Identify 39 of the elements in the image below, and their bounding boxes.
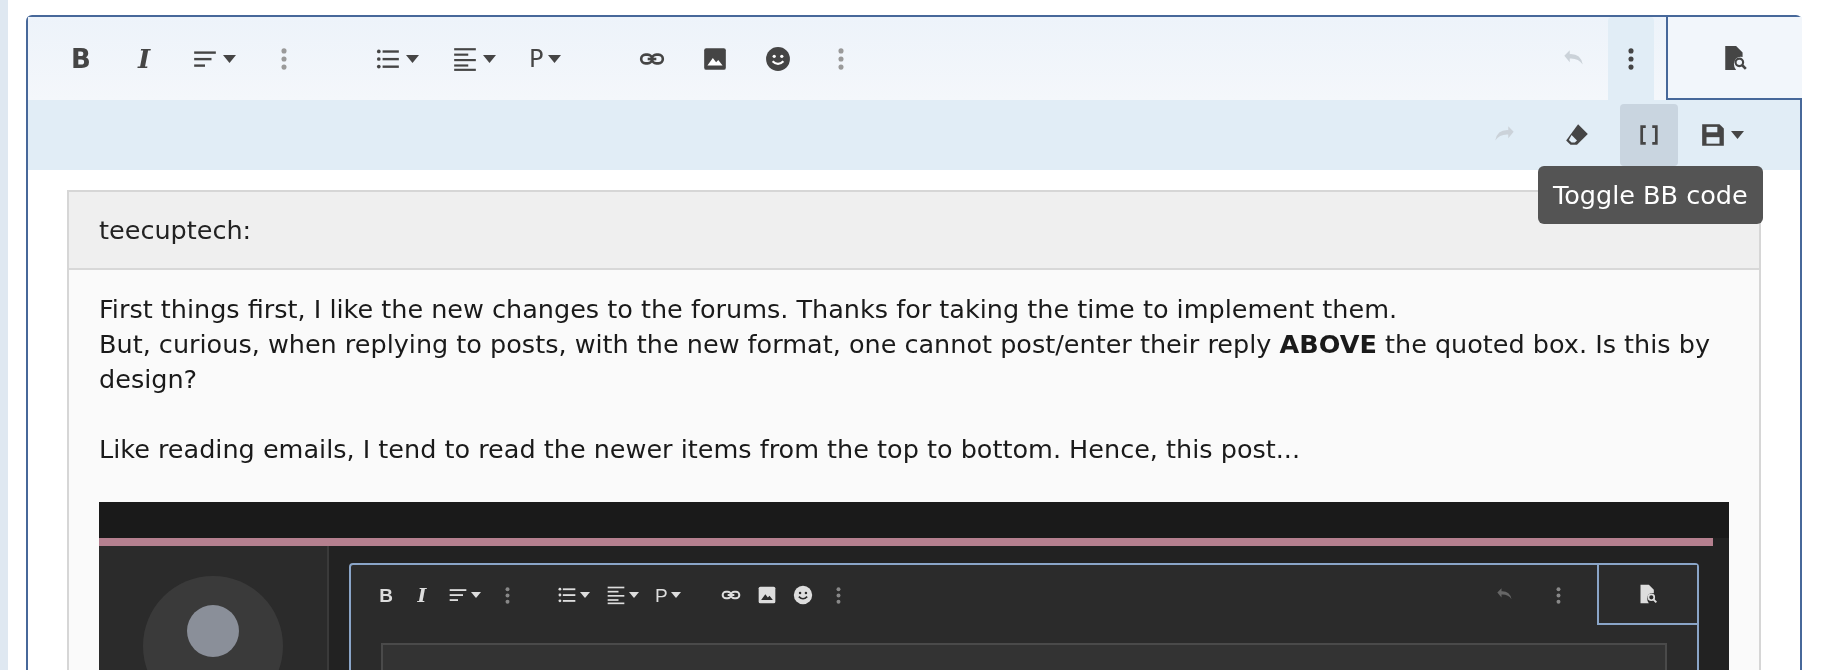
justify-icon [606, 585, 626, 605]
bold-button[interactable]: B [58, 35, 104, 82]
more-icon [1555, 586, 1561, 604]
paragraph-button[interactable]: P [650, 580, 686, 610]
preview-button[interactable] [1666, 17, 1802, 100]
smiley-icon [765, 45, 792, 72]
eraser-icon [1564, 122, 1590, 148]
more-icon [836, 586, 842, 604]
document-search-icon [1638, 584, 1658, 604]
caret-icon [483, 54, 496, 63]
caret-icon [580, 592, 590, 598]
more-icon [838, 47, 845, 70]
preview-button[interactable] [1597, 565, 1697, 625]
caret-icon [471, 592, 481, 598]
more-icon [504, 586, 510, 604]
more-icon [281, 47, 287, 70]
caret-icon [406, 54, 419, 63]
quote-text: First things first, I like the new changes to the forums. Thanks for taking the time to implement them. [99, 293, 1399, 326]
brackets-button[interactable] [1620, 104, 1678, 166]
smiley-icon [792, 585, 813, 605]
paragraph-button[interactable]: P [521, 35, 570, 82]
document-search-icon [1722, 44, 1748, 71]
bold-button[interactable]: B [371, 580, 401, 610]
italic-button[interactable]: I [121, 35, 167, 82]
more-icon [1628, 47, 1634, 70]
image-icon [702, 45, 729, 72]
caret-icon [1731, 131, 1744, 139]
caret-icon [223, 54, 236, 63]
caret-icon [670, 592, 681, 598]
tooltip: Toggle BB code [1538, 166, 1763, 224]
list-icon [557, 585, 577, 605]
caret-icon [629, 592, 639, 598]
quote-text: Like reading emails, I tend to read the newer items from the top to bottom. Hence, this post... [99, 433, 1302, 466]
image-icon [756, 585, 777, 605]
justify-icon [452, 45, 478, 72]
italic-button[interactable]: I [407, 580, 437, 610]
quote-author: teecuptech: [99, 215, 252, 245]
quote-text: But, curious, when replying to posts, with the new format, one cannot post/enter their reply ABOVE the quoted box. Is this by design? [99, 328, 1711, 396]
caret-icon [548, 54, 562, 63]
